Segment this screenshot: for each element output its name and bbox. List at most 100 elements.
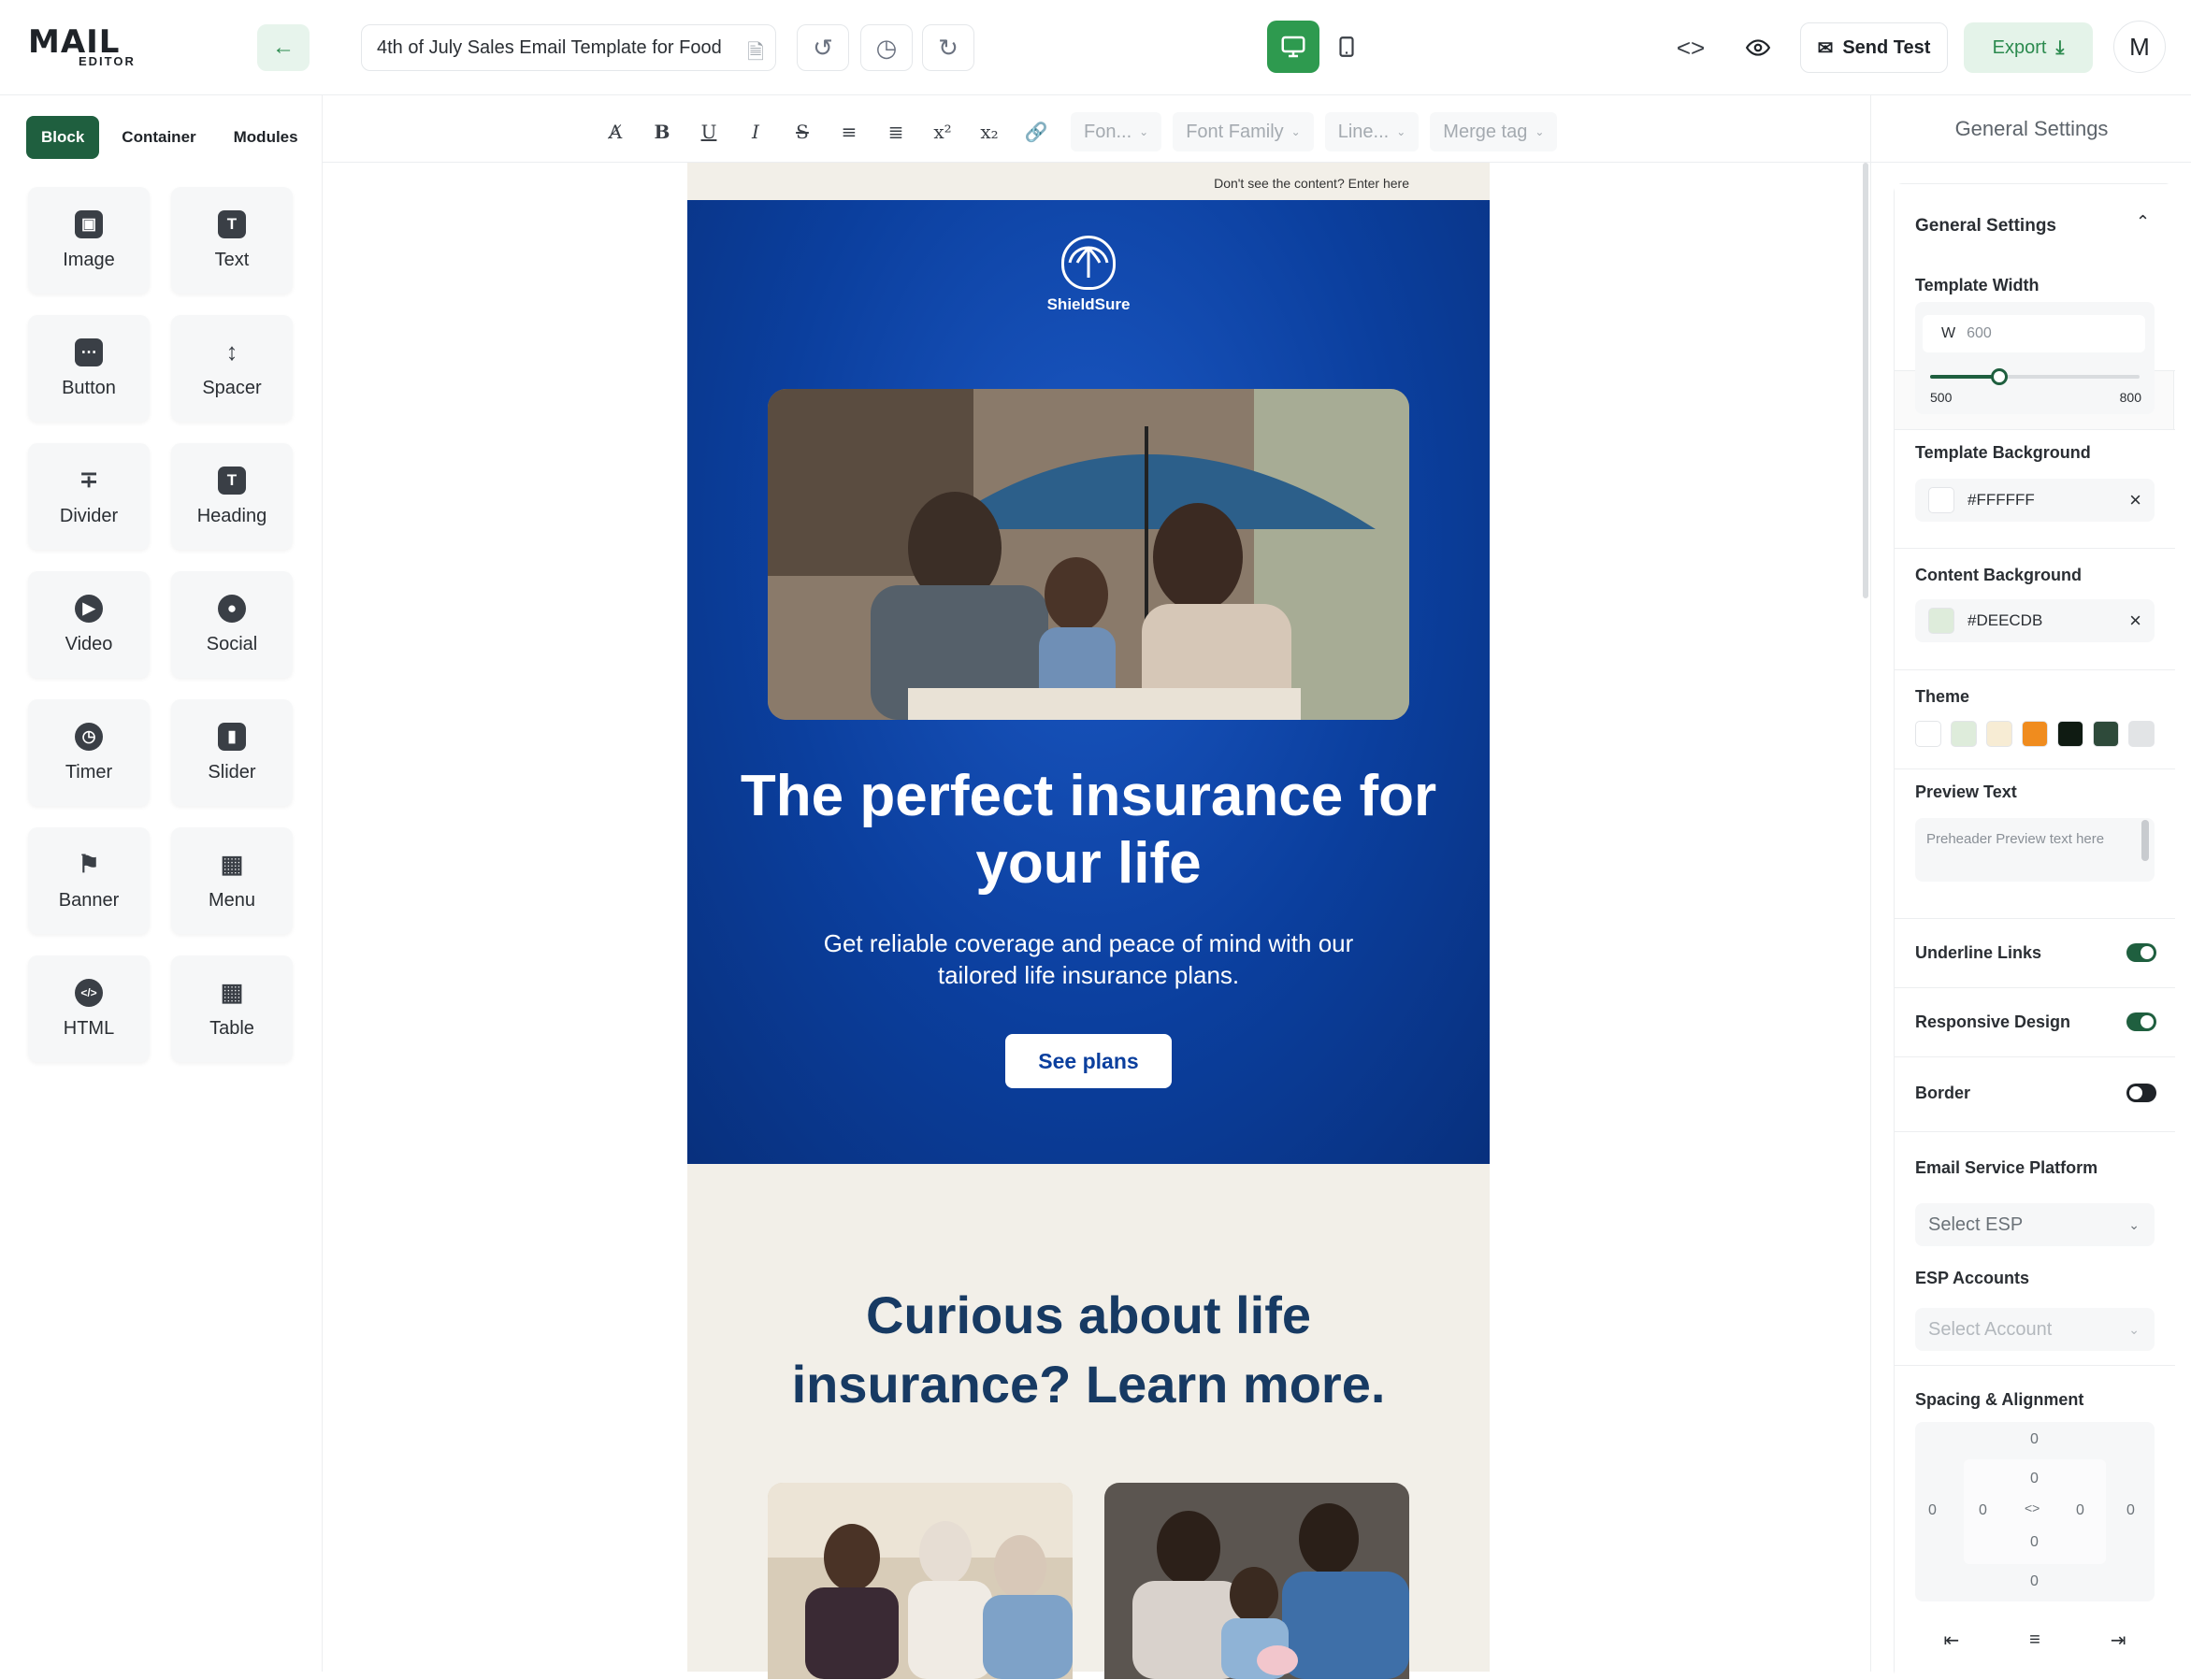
block-slider[interactable]: ▮ Slider	[171, 699, 293, 806]
user-avatar[interactable]: M	[2113, 21, 2166, 73]
italic-icon[interactable]: I	[732, 112, 779, 151]
back-button[interactable]: ←	[257, 24, 310, 71]
card-image-left[interactable]	[768, 1483, 1073, 1679]
mobile-view-button[interactable]	[1320, 21, 1373, 73]
block-text[interactable]: T Text	[171, 187, 293, 294]
bold-icon[interactable]: B	[639, 112, 685, 151]
bullet-list-icon[interactable]: ≡	[826, 112, 872, 151]
link-spacing-icon[interactable]: <>	[2025, 1501, 2040, 1515]
see-plans-button[interactable]: See plans	[1005, 1034, 1172, 1088]
outer-right-value[interactable]: 0	[2126, 1502, 2135, 1519]
font-size-dropdown[interactable]: Fon... ⌄	[1071, 112, 1162, 151]
hero-section[interactable]: ShieldSure The perfect insurance for you…	[687, 200, 1490, 1164]
theme-swatch[interactable]	[2128, 721, 2155, 747]
outer-bottom-value[interactable]: 0	[2030, 1573, 2039, 1590]
block-button[interactable]: ⋯ Button	[28, 315, 150, 422]
theme-swatch[interactable]	[2093, 721, 2119, 747]
tab-modules[interactable]: Modules	[219, 116, 313, 159]
link-icon[interactable]: 🔗	[1013, 112, 1059, 151]
inner-top-value[interactable]: 0	[2030, 1471, 2039, 1487]
width-slider-track[interactable]	[1930, 368, 2140, 385]
block-timer[interactable]: ◷ Timer	[28, 699, 150, 806]
chevron-down-icon: ⌄	[2128, 1216, 2140, 1232]
theme-swatch[interactable]	[1986, 721, 2012, 747]
inner-right-value[interactable]: 0	[2076, 1502, 2084, 1519]
template-title-input[interactable]: 4th of July Sales Email Template for Foo…	[361, 24, 776, 71]
redo-icon: ↻	[938, 33, 959, 62]
block-menu[interactable]: ▦ Menu	[171, 827, 293, 934]
code-view-button[interactable]: <>	[1665, 24, 1717, 71]
clear-icon[interactable]: ×	[2129, 609, 2141, 633]
content-bg-section: Content Background #DEECDB ×	[1895, 549, 2175, 670]
preview-text-input[interactable]: Preheader Preview text here	[1915, 818, 2155, 882]
superscript-icon[interactable]: x²	[919, 112, 966, 151]
esp-account-select[interactable]: Select Account ⌄	[1915, 1308, 2155, 1351]
block-spacer[interactable]: ↕ Spacer	[171, 315, 293, 422]
merge-tag-dropdown[interactable]: Merge tag ⌄	[1430, 112, 1558, 151]
hero-headline[interactable]: The perfect insurance for your life	[725, 763, 1452, 897]
history-button[interactable]: ◷	[860, 24, 913, 71]
responsive-design-toggle[interactable]	[2126, 1012, 2156, 1031]
inner-left-value[interactable]: 0	[1979, 1502, 1987, 1519]
theme-swatch[interactable]	[1951, 721, 1977, 747]
width-max-label: 800	[2119, 390, 2141, 405]
block-social[interactable]: ● Social	[171, 571, 293, 678]
text-style-icon[interactable]: A̸	[592, 112, 639, 151]
export-button[interactable]: Export ⤓	[1964, 22, 2093, 73]
card-image-right[interactable]	[1104, 1483, 1409, 1679]
block-heading[interactable]: T Heading	[171, 443, 293, 550]
block-video[interactable]: ▶ Video	[28, 571, 150, 678]
outer-left-value[interactable]: 0	[1928, 1502, 1937, 1519]
canvas-scrollbar[interactable]	[1863, 163, 1868, 598]
undo-button[interactable]: ↺	[797, 24, 849, 71]
tab-block[interactable]: Block	[26, 116, 100, 159]
redo-button[interactable]: ↻	[922, 24, 974, 71]
theme-swatches	[1915, 721, 2158, 749]
numbered-list-icon[interactable]: ≣	[872, 112, 919, 151]
hero-subheadline[interactable]: Get reliable coverage and peace of mind …	[781, 927, 1396, 991]
preview-button[interactable]	[1732, 24, 1784, 71]
block-table[interactable]: ▦ Table	[171, 955, 293, 1062]
theme-swatch[interactable]	[1915, 721, 1941, 747]
block-image[interactable]: ▣ Image	[28, 187, 150, 294]
underline-links-toggle[interactable]	[2126, 943, 2156, 962]
theme-swatch[interactable]	[2057, 721, 2083, 747]
chevron-down-icon: ⌄	[1139, 125, 1149, 138]
strikethrough-icon[interactable]: S	[779, 112, 826, 151]
theme-swatch[interactable]	[2022, 721, 2048, 747]
hero-photo[interactable]	[768, 389, 1409, 720]
send-test-button[interactable]: ✉ Send Test	[1800, 22, 1948, 73]
section-heading[interactable]: Curious about life insurance? Learn more…	[743, 1281, 1434, 1419]
width-min-label: 500	[1930, 390, 1953, 405]
block-banner[interactable]: ⚑ Banner	[28, 827, 150, 934]
align-center-icon[interactable]: ≡	[2016, 1625, 2054, 1655]
border-label: Border	[1915, 1084, 1971, 1102]
textarea-scrollbar[interactable]	[2141, 820, 2149, 861]
template-bg-input[interactable]: #FFFFFF ×	[1915, 479, 2155, 522]
width-value: 600	[1967, 325, 1992, 341]
chevron-up-icon[interactable]: ⌃	[2136, 212, 2150, 232]
esp-accounts-placeholder: Select Account	[1928, 1318, 2053, 1340]
preheader-text[interactable]: Don't see the content? Enter here	[687, 163, 1490, 200]
subscript-icon[interactable]: x₂	[966, 112, 1013, 151]
block-html[interactable]: </> HTML	[28, 955, 150, 1062]
width-slider-thumb[interactable]	[1990, 368, 2008, 385]
slider-icon: ▮	[218, 722, 246, 751]
border-toggle[interactable]	[2126, 1084, 2156, 1102]
desktop-view-button[interactable]	[1267, 21, 1319, 73]
align-right-icon[interactable]: ⇥	[2111, 1629, 2126, 1652]
outer-top-value[interactable]: 0	[2030, 1431, 2039, 1448]
left-panel: Block Container Modules ▣ Image T Text ⋯ Bu…	[0, 95, 323, 1672]
inner-bottom-value[interactable]: 0	[2030, 1534, 2039, 1551]
line-height-dropdown[interactable]: Line... ⌄	[1324, 112, 1420, 151]
underline-icon[interactable]: U	[685, 112, 732, 151]
block-divider[interactable]: ∓ Divider	[28, 443, 150, 550]
font-family-dropdown[interactable]: Font Family ⌄	[1173, 112, 1314, 151]
width-input[interactable]: W 600	[1923, 315, 2145, 352]
content-bg-input[interactable]: #DEECDB ×	[1915, 599, 2155, 642]
tab-container[interactable]: Container	[107, 116, 210, 159]
align-left-icon[interactable]: ⇤	[1943, 1629, 1959, 1652]
esp-select[interactable]: Select ESP ⌄	[1915, 1203, 2155, 1246]
clear-icon[interactable]: ×	[2129, 488, 2141, 512]
file-icon[interactable]: 🗎	[747, 36, 764, 70]
